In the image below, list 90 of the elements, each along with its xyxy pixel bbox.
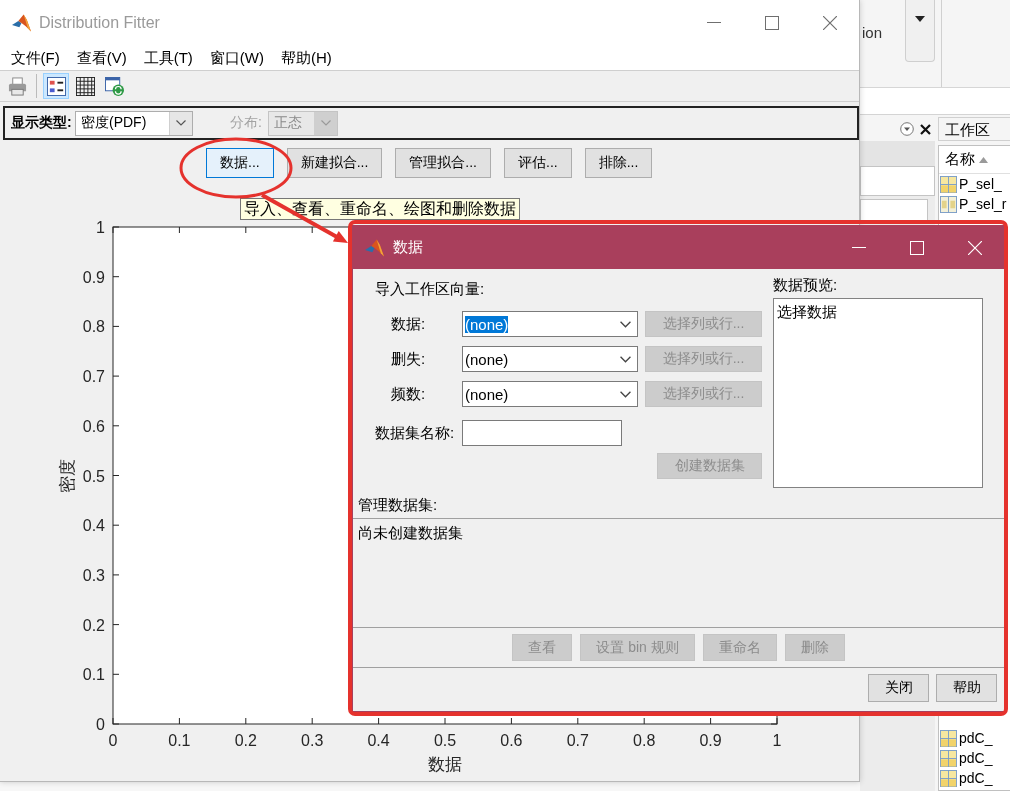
x-tick-label: 0.2 (234, 732, 257, 749)
y-axis-title: 密度 (58, 458, 77, 493)
maximize-icon (910, 240, 924, 255)
window-title: 数据 (393, 238, 423, 257)
minimize-icon (707, 22, 721, 23)
minimize-icon (852, 247, 866, 248)
action-button[interactable]: 评估... (504, 148, 572, 178)
matrix-icon (940, 769, 957, 787)
display-type-dropdown[interactable]: 密度(PDF) (75, 110, 193, 136)
x-tick-label: 0.1 (168, 732, 191, 749)
menu-item[interactable]: 帮助(H) (272, 45, 341, 70)
y-tick-label: 0.5 (82, 467, 105, 485)
x-tick-label: 0.4 (367, 732, 390, 749)
printer-icon (7, 76, 27, 96)
matrix-icon (940, 175, 957, 193)
dialog-button[interactable]: 关闭 (868, 674, 929, 702)
toolbar-button[interactable] (43, 73, 69, 99)
action-button[interactable]: 新建拟合... (286, 148, 383, 178)
chevron-down-icon (620, 320, 631, 328)
maximize-icon (765, 15, 779, 30)
y-tick-label: 0.7 (82, 368, 105, 386)
menu-item[interactable]: 文件(F) (2, 45, 69, 70)
y-tick-label: 0.9 (82, 268, 105, 286)
y-tick-label: 0 (96, 716, 105, 733)
close-icon (823, 15, 837, 30)
variable-row[interactable]: pdC_ (939, 748, 1010, 768)
preview-box: 选择数据 (773, 298, 983, 488)
variable-dropdown[interactable]: (none) (462, 346, 638, 372)
caret-down-icon (915, 16, 925, 22)
chevron-down-icon (176, 120, 186, 126)
variable-dropdown[interactable]: (none) (462, 311, 638, 337)
char-array-icon (940, 195, 957, 213)
dataset-list: 尚未创建数据集 (353, 518, 1004, 628)
variable-row[interactable]: pdC_ (939, 768, 1010, 788)
refresh-window-icon (104, 76, 124, 96)
app-icon (12, 13, 31, 32)
x-tick-label: 0.6 (500, 732, 523, 749)
section-heading: 导入工作区向量: (375, 281, 485, 297)
x-tick-label: 0.8 (633, 732, 656, 749)
field-label: 数据集名称: (375, 423, 456, 443)
chevron-down-icon (620, 355, 631, 363)
app-icon (365, 238, 384, 257)
window-title: Distribution Fitter (39, 13, 160, 32)
panel-title: 工作区 (938, 117, 1010, 141)
variable-row[interactable]: pdC_ (939, 728, 1010, 748)
y-tick-label: 0.2 (82, 616, 105, 634)
x-tick-label: 0.3 (301, 732, 324, 749)
grid-icon (75, 76, 95, 96)
ribbon-label: ion (862, 24, 884, 41)
matrix-icon (940, 749, 957, 767)
x-tick-label: 0.5 (433, 732, 457, 749)
dataset-name-field[interactable] (462, 420, 622, 446)
variable-row[interactable]: P_sel_ (939, 174, 1010, 194)
action-button[interactable]: 数据... (206, 148, 274, 178)
field-label: 数据: (391, 314, 427, 334)
action-button[interactable]: 排除... (584, 148, 653, 178)
variable-row[interactable]: P_sel_r (939, 194, 1010, 214)
distribution-label: 分布: (230, 114, 263, 132)
action-button[interactable]: 管理拟合... (395, 148, 491, 178)
y-tick-label: 0.1 (82, 666, 105, 684)
field-label: 删失: (391, 349, 427, 369)
y-tick-label: 0.6 (82, 417, 105, 435)
y-tick-label: 1 (96, 219, 105, 236)
y-tick-label: 0.8 (82, 318, 105, 336)
section-heading: 数据预览: (773, 277, 839, 293)
panel-menu-icon[interactable] (900, 122, 914, 136)
section-heading: 管理数据集: (357, 497, 438, 513)
legend-icon (46, 76, 66, 96)
variable-dropdown[interactable]: (none) (462, 381, 638, 407)
x-tick-label: 0.9 (699, 732, 722, 749)
chevron-down-icon (620, 390, 631, 398)
field-label: 频数: (391, 384, 427, 404)
sort-ascending-icon (979, 156, 988, 163)
y-tick-label: 0.3 (82, 566, 105, 584)
menu-item[interactable]: 窗口(W) (201, 45, 273, 70)
x-tick-label: 1 (772, 732, 782, 749)
menu-item[interactable]: 查看(V) (68, 45, 136, 70)
chevron-down-icon (321, 120, 331, 126)
dialog-button[interactable]: 帮助 (936, 674, 997, 702)
text-field[interactable] (860, 166, 935, 196)
menu-item[interactable]: 工具(T) (135, 45, 202, 70)
x-tick-label: 0.7 (566, 732, 589, 749)
x-axis-title: 数据 (428, 755, 462, 774)
column-header[interactable]: 名称 (939, 146, 1010, 174)
close-icon (968, 240, 982, 255)
y-tick-label: 0.4 (82, 517, 105, 535)
matrix-icon (940, 729, 957, 747)
display-type-label: 显示类型: (11, 114, 73, 132)
x-tick-label: 0 (108, 732, 118, 749)
close-icon[interactable] (920, 123, 931, 135)
